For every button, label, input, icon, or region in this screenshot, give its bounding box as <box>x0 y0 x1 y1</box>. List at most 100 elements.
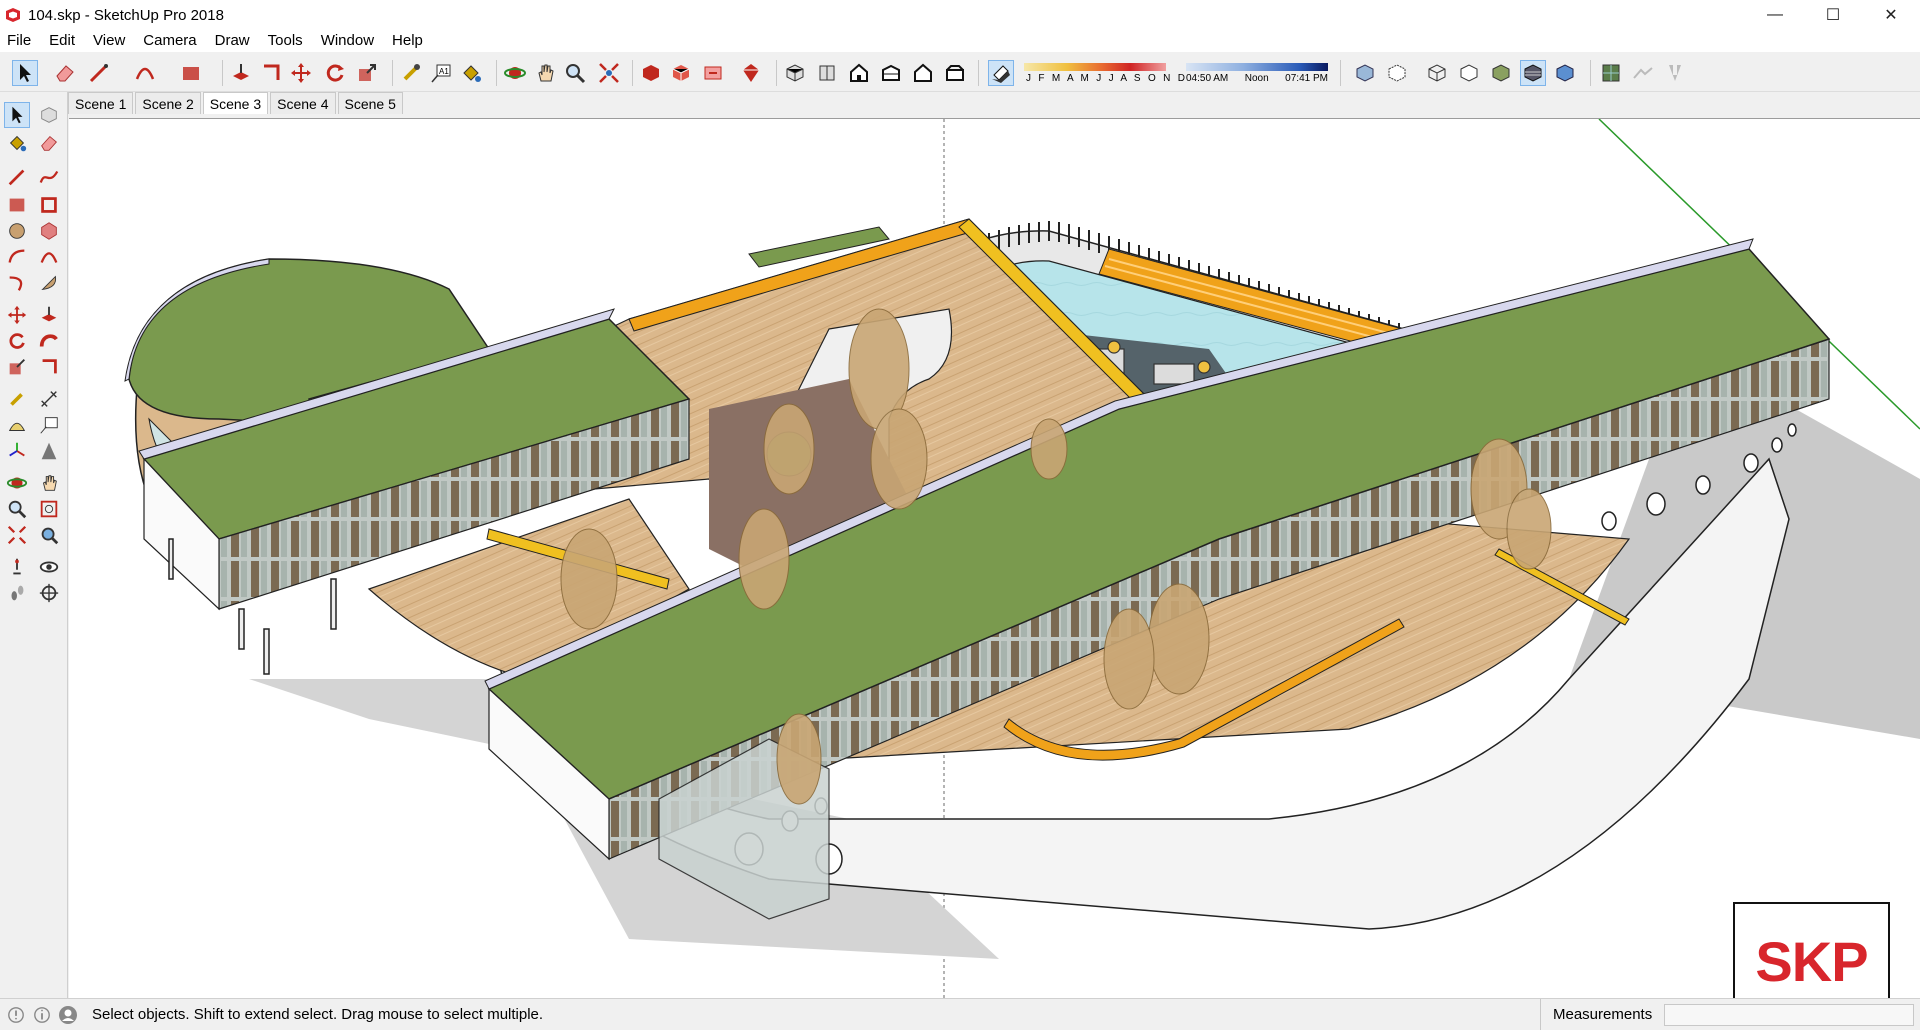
menu-camera[interactable]: Camera <box>134 30 205 52</box>
scale-tool-icon[interactable] <box>354 60 380 86</box>
section-plane-tool-icon[interactable] <box>36 580 62 606</box>
dimension-tool-icon[interactable] <box>36 386 62 412</box>
pie-tool-icon[interactable] <box>36 270 62 296</box>
extension-warehouse-icon[interactable] <box>738 60 764 86</box>
right-view-icon[interactable] <box>878 60 904 86</box>
paint-bucket-tool-icon[interactable] <box>458 60 484 86</box>
hidden-line-style-icon[interactable] <box>1456 60 1482 86</box>
shadows-toggle-icon[interactable] <box>988 60 1014 86</box>
rotated-rectangle-tool-icon[interactable] <box>36 192 62 218</box>
arc-tool-icon[interactable] <box>132 60 158 86</box>
move-tool-icon[interactable] <box>288 60 314 86</box>
scene-tab-1[interactable]: Scene 1 <box>68 92 134 114</box>
scene-tab-3[interactable]: Scene 3 <box>202 92 269 114</box>
push-pull-tool-icon[interactable] <box>36 302 62 328</box>
arc-tool-icon[interactable] <box>4 244 30 270</box>
menu-draw[interactable]: Draw <box>206 30 259 52</box>
follow-me-tool-icon[interactable] <box>36 328 62 354</box>
scale-tool-icon[interactable] <box>4 354 30 380</box>
building-model[interactable] <box>69 119 1920 998</box>
walk-tool-icon[interactable] <box>4 580 30 606</box>
geo-status-icon[interactable] <box>6 1005 26 1025</box>
rectangle-tool-icon[interactable] <box>178 60 204 86</box>
eraser-tool-icon[interactable] <box>36 130 62 156</box>
geo-location-icon[interactable] <box>1598 60 1624 86</box>
rotate-tool-icon[interactable] <box>4 328 30 354</box>
axes-tool-icon[interactable] <box>4 438 30 464</box>
rotate-tool-icon[interactable] <box>322 60 348 86</box>
user-account-icon[interactable] <box>58 1005 78 1025</box>
maximize-button[interactable]: ☐ <box>1804 0 1862 30</box>
offset-tool-icon[interactable] <box>36 354 62 380</box>
menu-tools[interactable]: Tools <box>259 30 312 52</box>
wireframe-style-icon[interactable] <box>1424 60 1450 86</box>
polygon-tool-icon[interactable] <box>36 218 62 244</box>
paint-bucket-tool-icon[interactable] <box>4 130 30 156</box>
menu-file[interactable]: File <box>0 30 40 52</box>
line-tool-icon[interactable] <box>86 60 112 86</box>
text-tool-icon[interactable] <box>36 412 62 438</box>
photo-textures-icon[interactable] <box>1662 60 1688 86</box>
move-tool-icon[interactable] <box>4 302 30 328</box>
text-tool-icon[interactable]: A1 <box>428 60 454 86</box>
orbit-tool-icon[interactable] <box>4 470 30 496</box>
shadow-month-slider[interactable]: J F M A M J J A S O N D <box>1024 60 1185 86</box>
warehouse-icon[interactable] <box>638 60 664 86</box>
scene-tab-5[interactable]: Scene 5 <box>337 92 403 114</box>
orbit-tool-icon[interactable] <box>502 60 528 86</box>
toggle-terrain-icon[interactable] <box>1630 60 1656 86</box>
shadow-time-slider[interactable]: 04:50 AM Noon 07:41 PM <box>1186 60 1328 86</box>
menu-window[interactable]: Window <box>312 30 383 52</box>
menu-view[interactable]: View <box>84 30 134 52</box>
measurements-input[interactable] <box>1664 1004 1914 1026</box>
pan-tool-icon[interactable] <box>36 470 62 496</box>
eraser-tool-icon[interactable] <box>52 60 78 86</box>
menu-help[interactable]: Help <box>383 30 432 52</box>
monochrome-style-icon[interactable] <box>1552 60 1578 86</box>
shaded-style-icon[interactable] <box>1488 60 1514 86</box>
top-view-icon[interactable] <box>814 60 840 86</box>
zoom-extents-tool-icon[interactable] <box>596 60 622 86</box>
share-model-icon[interactable] <box>700 60 726 86</box>
line-tool-icon[interactable] <box>4 164 30 190</box>
back-edges-style-icon[interactable] <box>1384 60 1410 86</box>
credits-status-icon[interactable] <box>32 1005 52 1025</box>
components-icon[interactable] <box>668 60 694 86</box>
3d-text-tool-icon[interactable] <box>36 438 62 464</box>
previous-view-icon[interactable] <box>36 522 62 548</box>
menu-edit[interactable]: Edit <box>40 30 84 52</box>
protractor-tool-icon[interactable] <box>4 412 30 438</box>
front-view-icon[interactable] <box>846 60 872 86</box>
rectangle-tool-icon[interactable] <box>4 192 30 218</box>
left-view-icon[interactable] <box>942 60 968 86</box>
minimize-button[interactable]: — <box>1746 0 1804 30</box>
model-viewport[interactable] <box>69 118 1920 998</box>
zoom-tool-icon[interactable] <box>562 60 588 86</box>
scene-tabs: Scene 1 Scene 2 Scene 3 Scene 4 Scene 5 <box>68 92 405 114</box>
back-view-icon[interactable] <box>910 60 936 86</box>
offset-tool-icon[interactable] <box>258 60 284 86</box>
zoom-tool-icon[interactable] <box>4 496 30 522</box>
make-component-icon[interactable] <box>36 102 62 128</box>
scene-tab-2[interactable]: Scene 2 <box>135 92 201 114</box>
pan-tool-icon[interactable] <box>532 60 558 86</box>
shaded-textures-style-icon[interactable] <box>1520 60 1546 86</box>
tape-measure-tool-icon[interactable] <box>4 386 30 412</box>
select-tool-icon[interactable] <box>12 60 38 86</box>
zoom-extents-tool-icon[interactable] <box>4 522 30 548</box>
position-camera-tool-icon[interactable] <box>4 554 30 580</box>
push-pull-tool-icon[interactable] <box>228 60 254 86</box>
tape-measure-tool-icon[interactable] <box>398 60 424 86</box>
freehand-tool-icon[interactable] <box>36 164 62 190</box>
scene-tab-4[interactable]: Scene 4 <box>270 92 336 114</box>
look-around-tool-icon[interactable] <box>36 554 62 580</box>
close-button[interactable]: ✕ <box>1862 0 1920 30</box>
two-point-arc-tool-icon[interactable] <box>36 244 62 270</box>
zoom-window-tool-icon[interactable] <box>36 496 62 522</box>
iso-view-icon[interactable] <box>782 60 808 86</box>
circle-tool-icon[interactable] <box>4 218 30 244</box>
xray-style-icon[interactable] <box>1352 60 1378 86</box>
three-point-arc-tool-icon[interactable] <box>4 270 30 296</box>
select-tool-icon[interactable] <box>4 102 30 128</box>
status-bar: Select objects. Shift to extend select. … <box>0 998 1920 1030</box>
